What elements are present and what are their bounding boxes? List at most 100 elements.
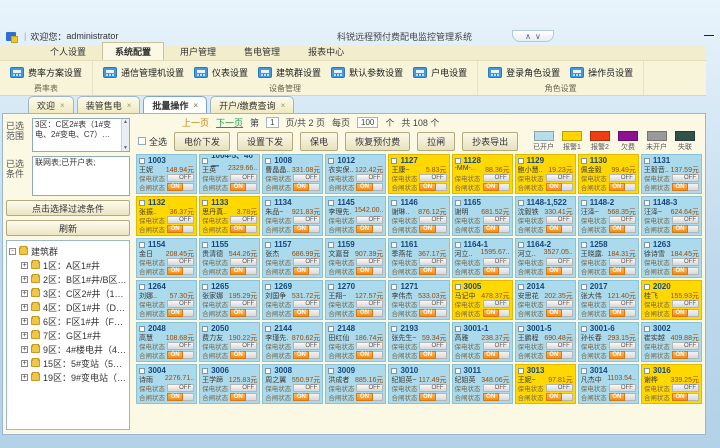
expand-icon[interactable]: ∨ — [535, 32, 541, 41]
power-off-toggle[interactable]: OFF — [293, 384, 320, 392]
card-checkbox[interactable] — [455, 368, 461, 374]
switch-toggle-track[interactable] — [562, 225, 573, 233]
meter-card[interactable]: 1165 谢明 681.52元 保电状态 OFF 合闸状态 — [452, 196, 513, 236]
meter-card[interactable]: 1155 贵清德 544.26元 保电状态 OFF 合闸状态 — [199, 238, 260, 278]
meter-card[interactable]: 1164-1 河立.. 1595.67.. 保电状态 OFF 合闸状态 — [452, 238, 513, 278]
switch-toggle-track[interactable] — [246, 393, 257, 401]
switch-on-toggle[interactable]: ON — [609, 225, 625, 233]
batch-action-button[interactable]: 拉闸 — [417, 132, 455, 151]
power-off-toggle[interactable]: OFF — [356, 258, 383, 266]
expand-expander-icon[interactable]: + — [21, 318, 28, 325]
switch-on-toggle[interactable]: ON — [609, 393, 625, 401]
card-checkbox[interactable] — [202, 242, 208, 248]
card-checkbox[interactable] — [455, 242, 461, 248]
card-checkbox[interactable] — [328, 158, 334, 164]
switch-toggle-track[interactable] — [373, 183, 384, 191]
card-checkbox[interactable] — [644, 326, 650, 332]
switch-on-toggle[interactable]: ON — [293, 393, 309, 401]
switch-on-toggle[interactable]: ON — [356, 267, 372, 275]
power-off-toggle[interactable]: OFF — [356, 342, 383, 350]
minimize-button[interactable]: — — [704, 31, 714, 41]
power-off-toggle[interactable]: OFF — [419, 174, 446, 182]
switch-on-toggle[interactable]: ON — [546, 225, 562, 233]
switch-on-toggle[interactable]: ON — [230, 225, 246, 233]
switch-toggle-track[interactable] — [499, 267, 510, 275]
meter-card[interactable]: 1269 刘国争 531.72元 保电状态 OFF 合闸状态 — [262, 280, 323, 320]
selected-cond-list[interactable]: 联网表;已开户表; — [32, 156, 130, 196]
switch-toggle-track[interactable] — [436, 267, 447, 275]
card-checkbox[interactable] — [581, 284, 587, 290]
meter-card[interactable]: 2017 张大伟 121.40元 保电状态 OFF 合闸状态 — [578, 280, 639, 320]
card-checkbox[interactable] — [391, 200, 397, 206]
meter-card[interactable]: 1134 朱品~ 921.83元 保电状态 OFF 合闸状态 — [262, 196, 323, 236]
switch-on-toggle[interactable]: ON — [546, 393, 562, 401]
switch-toggle-track[interactable] — [246, 309, 257, 317]
card-checkbox[interactable] — [644, 368, 650, 374]
collapse-expander-icon[interactable]: - — [9, 248, 16, 255]
card-checkbox[interactable] — [581, 326, 587, 332]
card-checkbox[interactable] — [518, 200, 524, 206]
switch-toggle-track[interactable] — [373, 267, 384, 275]
switch-on-toggle[interactable]: ON — [230, 393, 246, 401]
expand-expander-icon[interactable]: + — [21, 276, 28, 283]
meter-card[interactable]: 1265 张家娜 195.29元 保电状态 OFF 合闸状态 — [199, 280, 260, 320]
meter-card[interactable]: 2144 李瑾先. 870.62元 保电状态 OFF 合闸状态 — [262, 322, 323, 362]
power-off-toggle[interactable]: OFF — [356, 300, 383, 308]
switch-toggle-track[interactable] — [625, 267, 636, 275]
batch-action-button[interactable]: 设置下发 — [237, 132, 293, 151]
meter-card[interactable]: 3013 王妮~ 97.81元 保电状态 OFF 合闸状态 — [515, 364, 576, 404]
tab-close-icon[interactable]: × — [281, 101, 286, 110]
switch-on-toggle[interactable]: ON — [293, 309, 309, 317]
switch-on-toggle[interactable]: ON — [293, 351, 309, 359]
expand-expander-icon[interactable]: + — [21, 332, 28, 339]
power-off-toggle[interactable]: OFF — [167, 384, 194, 392]
card-checkbox[interactable] — [644, 242, 650, 248]
meter-card[interactable]: 2050 费力友 190.22元 保电状态 OFF 合闸状态 — [199, 322, 260, 362]
switch-on-toggle[interactable]: ON — [230, 351, 246, 359]
switch-toggle-track[interactable] — [373, 225, 384, 233]
power-off-toggle[interactable]: OFF — [293, 216, 320, 224]
power-off-toggle[interactable]: OFF — [230, 258, 257, 266]
switch-toggle-track[interactable] — [246, 225, 257, 233]
card-checkbox[interactable] — [328, 200, 334, 206]
meter-card[interactable]: 3001-6 孙长春 293.15元 保电状态 OFF 合闸状态 — [578, 322, 639, 362]
expand-expander-icon[interactable]: + — [21, 262, 28, 269]
power-off-toggle[interactable]: OFF — [483, 300, 510, 308]
switch-toggle-track[interactable] — [183, 393, 194, 401]
switch-toggle-track[interactable] — [625, 351, 636, 359]
switch-on-toggle[interactable]: ON — [419, 309, 435, 317]
card-checkbox[interactable] — [139, 158, 145, 164]
refresh-button[interactable]: 刷新 — [6, 220, 130, 236]
power-off-toggle[interactable]: OFF — [609, 300, 636, 308]
switch-toggle-track[interactable] — [436, 309, 447, 317]
menu-item[interactable]: 个人设置 — [38, 43, 98, 60]
switch-toggle-track[interactable] — [499, 183, 510, 191]
switch-on-toggle[interactable]: ON — [609, 183, 625, 191]
card-checkbox[interactable] — [518, 326, 524, 332]
card-checkbox[interactable] — [391, 326, 397, 332]
power-off-toggle[interactable]: OFF — [230, 300, 257, 308]
switch-on-toggle[interactable]: ON — [419, 393, 435, 401]
per-page-input[interactable]: 100 — [357, 117, 378, 128]
switch-on-toggle[interactable]: ON — [293, 225, 309, 233]
switch-on-toggle[interactable]: ON — [167, 393, 183, 401]
power-off-toggle[interactable]: OFF — [167, 216, 194, 224]
ribbon-button[interactable]: 通信管理机设置 — [103, 66, 184, 79]
card-checkbox[interactable] — [391, 368, 397, 374]
switch-on-toggle[interactable]: ON — [167, 183, 183, 191]
switch-on-toggle[interactable]: ON — [419, 351, 435, 359]
ribbon-button[interactable]: 建筑群设置 — [258, 66, 321, 79]
batch-action-button[interactable]: 恢复预付费 — [345, 132, 410, 151]
power-off-toggle[interactable]: OFF — [672, 384, 699, 392]
switch-on-toggle[interactable]: ON — [356, 393, 372, 401]
power-off-toggle[interactable]: OFF — [483, 384, 510, 392]
switch-on-toggle[interactable]: ON — [672, 183, 688, 191]
power-off-toggle[interactable]: OFF — [230, 216, 257, 224]
card-checkbox[interactable] — [265, 158, 271, 164]
menu-item[interactable]: 系统配置 — [102, 42, 164, 60]
card-checkbox[interactable] — [265, 242, 271, 248]
switch-on-toggle[interactable]: ON — [356, 309, 372, 317]
ribbon-collapse-control[interactable]: ∧ ∨ — [512, 30, 554, 42]
card-checkbox[interactable] — [139, 368, 145, 374]
meter-card[interactable]: 3008 周之翼 550.97元 保电状态 OFF 合闸状态 — [262, 364, 323, 404]
